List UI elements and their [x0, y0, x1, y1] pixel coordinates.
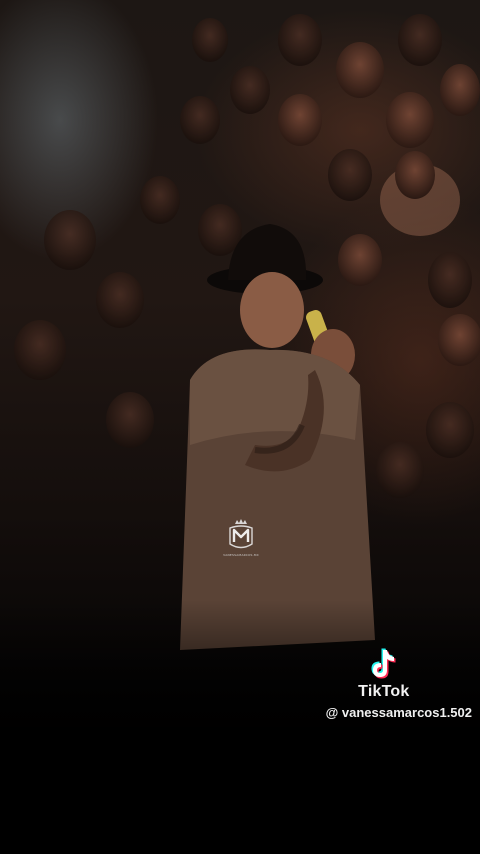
tiktok-note-icon	[371, 648, 396, 679]
creator-watermark: VANESSAMARCOS.MX	[223, 518, 259, 564]
tiktok-brand-label: TikTok	[358, 683, 410, 700]
crown-m-monogram-icon	[229, 519, 253, 549]
video-frame[interactable]: VANESSAMARCOS.MX TikTok @ vanessamarcos1…	[0, 0, 480, 854]
tiktok-overlay: TikTok @ vanessamarcos1.502	[326, 646, 472, 720]
bottom-fade	[0, 600, 480, 854]
watermark-caption: VANESSAMARCOS.MX	[223, 553, 259, 557]
creator-handle[interactable]: @ vanessamarcos1.502	[326, 705, 472, 720]
